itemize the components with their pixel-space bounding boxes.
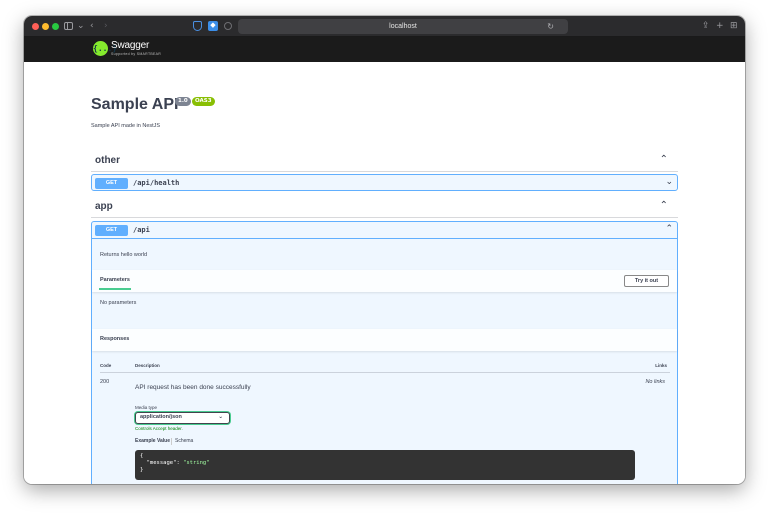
swagger-content: Sample API 1.0 OAS3 Sample API made in N…	[24, 62, 745, 484]
operation-path: /api	[133, 226, 150, 234]
operation-summary[interactable]: GET /api ⌃	[92, 222, 677, 239]
divider	[100, 372, 670, 373]
example-code-block[interactable]: { "message": "string" }	[135, 450, 635, 480]
chevron-up-icon[interactable]: ⌃	[665, 224, 673, 234]
response-links: No links	[645, 379, 665, 385]
close-window-button[interactable]	[32, 23, 39, 30]
responses-title: Responses	[100, 336, 130, 342]
browser-toolbar: ⌄ ‹ › ◆ localhost ↻ ⇪ + ⊞	[24, 16, 745, 37]
swagger-logo-subtitle: Supported by SMARTBEAR	[111, 52, 162, 56]
chevron-down-icon[interactable]: ⌄	[77, 20, 85, 32]
no-parameters-text: No parameters	[100, 300, 137, 306]
responses-header: Responses	[92, 329, 677, 351]
tab-parameters[interactable]: Parameters	[99, 277, 131, 290]
response-description: API request has been done successfully	[135, 384, 251, 391]
column-code: Code	[100, 363, 112, 368]
swagger-logo-icon[interactable]: {...}	[93, 41, 117, 56]
column-links: Links	[655, 363, 667, 368]
operation-description: Returns hello world	[100, 252, 148, 258]
url-text: localhost	[389, 23, 417, 30]
response-code: 200	[100, 379, 110, 385]
try-it-out-button[interactable]: Try it out	[624, 275, 669, 287]
media-type-select[interactable]: application/json ⌄	[135, 412, 230, 424]
tag-header-app[interactable]: app ⌃	[91, 198, 678, 218]
new-tab-icon[interactable]: +	[716, 20, 724, 32]
api-description: Sample API made in NestJS	[91, 123, 161, 129]
version-badge: 1.0	[175, 97, 191, 106]
privacy-shield-icon[interactable]	[193, 21, 202, 31]
chevron-down-icon: ⌄	[218, 414, 223, 420]
chevron-up-icon[interactable]: ⌃	[660, 154, 668, 165]
media-type-label: Media type	[135, 405, 158, 410]
dark-mode-icon[interactable]	[224, 22, 232, 30]
code-close-brace: }	[140, 467, 144, 473]
parameters-header: Parameters Try it out	[92, 270, 677, 292]
code-open-brace: {	[140, 453, 144, 459]
tab-overview-icon[interactable]: ⊞	[730, 20, 738, 32]
swagger-topbar: {...} Swagger Supported by SMARTBEAR	[24, 37, 745, 62]
chevron-down-icon[interactable]: ⌄	[665, 177, 673, 187]
media-type-value: application/json	[140, 414, 182, 420]
oas-badge: OAS3	[192, 97, 215, 106]
browser-window: ⌄ ‹ › ◆ localhost ↻ ⇪ + ⊞ {...} Swagger …	[24, 16, 745, 484]
forward-arrow-icon[interactable]: ›	[104, 20, 108, 32]
address-bar[interactable]: localhost ↻	[238, 19, 568, 34]
reload-icon[interactable]: ↻	[547, 19, 554, 34]
tab-schema[interactable]: Schema	[175, 438, 193, 444]
column-description: Description	[135, 363, 160, 368]
chevron-up-icon[interactable]: ⌃	[660, 200, 668, 211]
method-badge: GET	[95, 225, 128, 236]
share-icon[interactable]: ⇪	[702, 20, 710, 32]
minimize-window-button[interactable]	[42, 23, 49, 30]
extension-icon[interactable]: ◆	[208, 21, 218, 31]
tab-separator	[171, 438, 172, 445]
code-key: "message"	[146, 460, 177, 466]
tag-name: app	[95, 201, 113, 212]
tab-example-value[interactable]: Example Value	[135, 438, 170, 444]
operation-path: /api/health	[133, 179, 180, 187]
tag-header-other[interactable]: other ⌃	[91, 152, 678, 172]
sidebar-icon[interactable]	[64, 22, 73, 30]
controls-accept-hint: Controls Accept header.	[135, 426, 183, 431]
code-value: "string"	[183, 460, 210, 466]
api-title: Sample API	[91, 96, 179, 113]
operation-summary[interactable]: GET /api/health ⌄	[92, 175, 677, 192]
tag-name: other	[95, 155, 120, 166]
swagger-logo-text[interactable]: Swagger	[111, 40, 149, 51]
zoom-window-button[interactable]	[52, 23, 59, 30]
operation-get-health[interactable]: GET /api/health ⌄	[91, 174, 678, 191]
method-badge: GET	[95, 178, 128, 189]
operation-get-api: GET /api ⌃ Returns hello world Parameter…	[91, 221, 678, 484]
back-arrow-icon[interactable]: ‹	[90, 20, 94, 32]
